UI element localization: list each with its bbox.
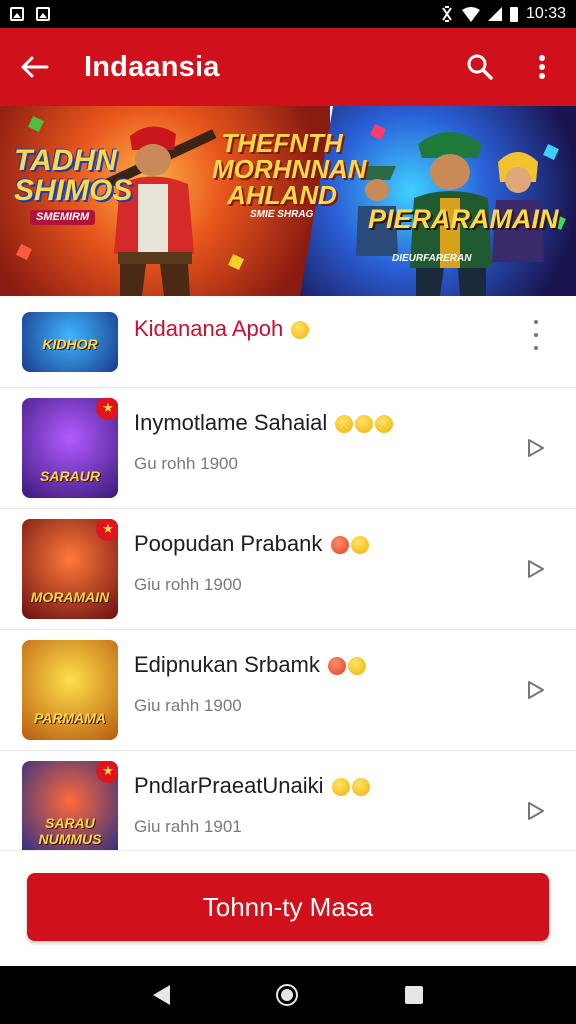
smile-emoji-icon bbox=[348, 657, 367, 676]
list-item[interactable]: PARMAMA Edipnukan Srbamk Giu rahh 1900 bbox=[0, 630, 576, 751]
smile-emoji-icon bbox=[375, 415, 394, 434]
play-icon bbox=[528, 681, 544, 699]
list-item[interactable]: KIDHOR Kidanana Apoh bbox=[0, 296, 576, 388]
play-icon bbox=[528, 802, 544, 820]
cta-footer: Tohnn-ty Masa bbox=[0, 850, 576, 966]
smile-emoji-icon bbox=[335, 415, 354, 434]
overflow-menu-button[interactable] bbox=[524, 49, 560, 85]
list-item-title: Kidanana Apoh bbox=[134, 316, 310, 342]
smile-emoji-icon bbox=[355, 415, 374, 434]
game-thumbnail: PARMAMA bbox=[22, 640, 118, 740]
list-item[interactable]: SARAUR ★ Inymotlame Sahaial Gu rohh 1900 bbox=[0, 388, 576, 509]
search-icon bbox=[467, 54, 493, 80]
smile-emoji-icon bbox=[331, 778, 350, 797]
vibrate-icon bbox=[442, 6, 452, 22]
list-item[interactable]: MORAMAIN ★ Poopudan Prabank Giu rohh 190… bbox=[0, 509, 576, 630]
game-thumbnail: MORAMAIN ★ bbox=[22, 519, 118, 619]
star-badge-icon: ★ bbox=[96, 519, 118, 541]
star-badge-icon: ★ bbox=[96, 398, 118, 420]
banner-left-tag: SMEMIRM bbox=[30, 210, 96, 225]
blonde-hero-illustration bbox=[492, 152, 544, 262]
banner-center-tag: SMIE SHRAG bbox=[250, 209, 314, 220]
list-item-subtitle: Giu rahh 1901 bbox=[134, 817, 242, 836]
banner-center-headline: THEFNTH MORHNNAN AHLAND bbox=[212, 128, 367, 210]
wink-emoji-icon bbox=[330, 536, 349, 555]
wink-emoji-icon bbox=[328, 657, 347, 676]
list-item-title: Inymotlame Sahaial bbox=[134, 410, 394, 436]
arrow-left-icon bbox=[21, 56, 49, 78]
list-item-title: PndlarPraeatUnaiki bbox=[134, 773, 370, 799]
game-thumbnail: SARAU NUMMUS ★ bbox=[22, 761, 118, 850]
item-more-button[interactable] bbox=[524, 320, 548, 350]
game-thumbnail: SARAUR ★ bbox=[22, 398, 118, 498]
play-button[interactable] bbox=[524, 436, 548, 460]
smile-emoji-icon bbox=[350, 536, 369, 555]
promo-banner[interactable]: TADHN SHIMOS SMEMIRM THEFNTH MORHNNAN AH… bbox=[0, 106, 576, 296]
smile-emoji-icon bbox=[351, 778, 370, 797]
nav-recents-icon[interactable] bbox=[404, 986, 423, 1004]
play-button[interactable] bbox=[524, 678, 548, 702]
status-bar: 10:33 bbox=[0, 0, 576, 28]
smile-emoji-icon bbox=[291, 321, 310, 340]
battery-icon bbox=[509, 6, 518, 22]
more-vert-icon bbox=[539, 55, 545, 79]
banner-right-headline: PIERARAMAIN bbox=[368, 204, 559, 234]
system-status: 10:33 bbox=[440, 5, 566, 23]
banner-right-tag: DIEURFARERAN bbox=[392, 253, 472, 264]
signal-icon bbox=[487, 7, 502, 21]
nav-home-icon[interactable] bbox=[276, 984, 299, 1006]
list-item-subtitle: Giu rohh 1900 bbox=[134, 575, 242, 594]
image-notification-icon bbox=[10, 7, 24, 21]
list-item-title: Poopudan Prabank bbox=[134, 531, 369, 557]
page-title: Indaansia bbox=[84, 50, 220, 83]
game-thumbnail: KIDHOR bbox=[22, 312, 118, 372]
play-button[interactable] bbox=[524, 557, 548, 581]
list-item-subtitle: Giu rahh 1900 bbox=[134, 696, 242, 715]
app-bar: Indaansia bbox=[0, 28, 576, 106]
nav-back-icon[interactable] bbox=[153, 985, 171, 1005]
clock: 10:33 bbox=[525, 5, 566, 22]
photo-notification-icon bbox=[36, 7, 50, 21]
list-item-subtitle: Gu rohh 1900 bbox=[134, 454, 238, 473]
app-screen: 10:33 Indaansia TADHN SHIMOS SMEMIRM THE… bbox=[0, 0, 576, 1024]
dot bbox=[534, 320, 538, 324]
play-icon bbox=[528, 560, 544, 578]
notification-icons bbox=[10, 7, 50, 21]
banner-left-headline: TADHN SHIMOS bbox=[14, 144, 133, 207]
dot bbox=[534, 333, 538, 337]
wifi-icon bbox=[461, 6, 480, 22]
back-button[interactable] bbox=[16, 49, 52, 85]
play-icon bbox=[528, 439, 544, 457]
list-item[interactable]: SARAU NUMMUS ★ PndlarPraeatUnaiki Giu ra… bbox=[0, 751, 576, 850]
play-button[interactable] bbox=[524, 799, 548, 823]
system-nav-bar bbox=[0, 966, 576, 1024]
primary-cta-button[interactable]: Tohnn-ty Masa bbox=[27, 873, 549, 941]
app-bar-actions bbox=[462, 49, 560, 85]
dot bbox=[534, 346, 538, 350]
search-button[interactable] bbox=[462, 49, 498, 85]
star-badge-icon: ★ bbox=[96, 761, 118, 783]
list-item-title: Edipnukan Srbamk bbox=[134, 652, 367, 678]
game-list: KIDHOR Kidanana Apoh SARAUR ★ Inymotlame… bbox=[0, 296, 576, 850]
